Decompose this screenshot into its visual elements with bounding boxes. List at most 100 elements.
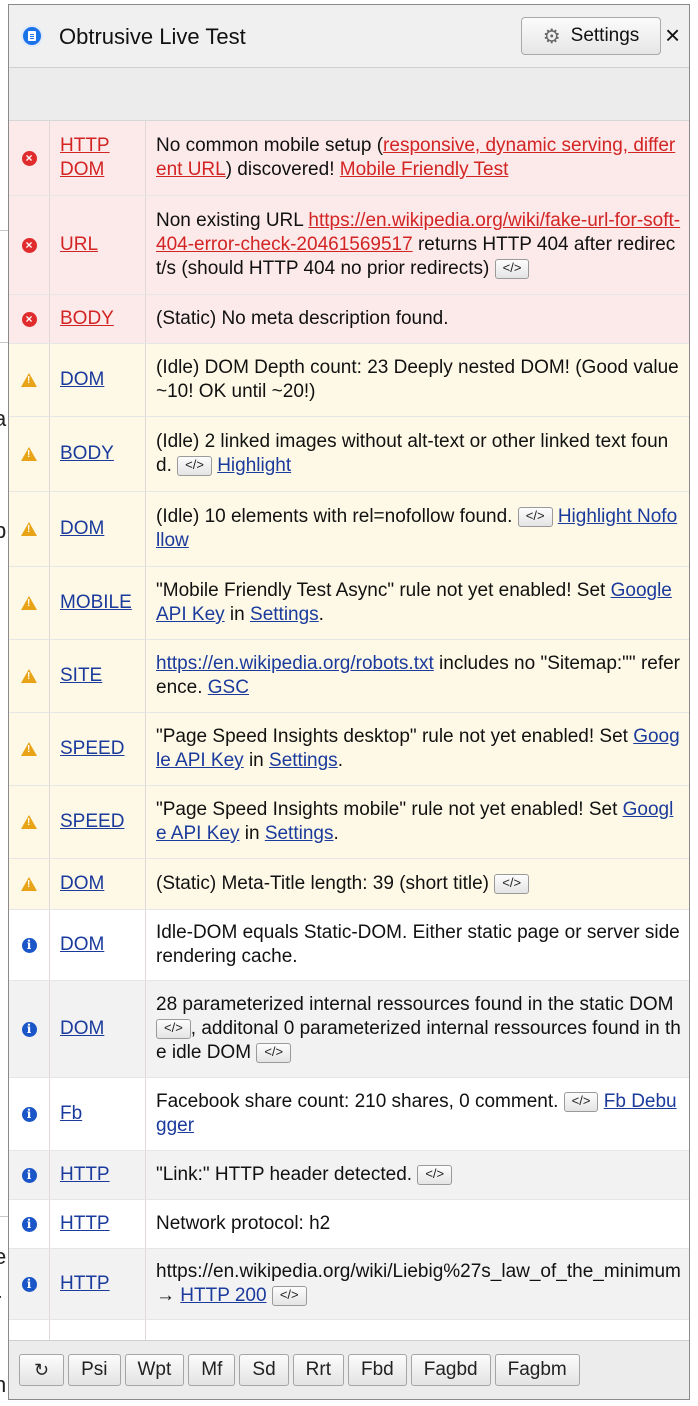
type-link[interactable]: HTTP: [60, 1212, 110, 1236]
severity-cell: ×: [9, 196, 50, 294]
message-cell: 28 parameterized internal ressources fou…: [146, 981, 689, 1077]
message-cell: No common mobile setup (responsive, dyna…: [146, 121, 689, 195]
message-link[interactable]: Settings: [265, 823, 334, 844]
result-row: MOBILE "Mobile Friendly Test Async" rule …: [9, 567, 689, 640]
show-code-button[interactable]: </>: [271, 1285, 307, 1306]
type-cell: HTTP: [50, 1200, 146, 1248]
type-link[interactable]: SPEED: [60, 737, 124, 761]
type-cell: SPEED: [50, 786, 146, 858]
message-text: .: [318, 604, 324, 625]
filter-toolbar: [9, 68, 689, 121]
message-link[interactable]: https://en.wikipedia.org/robots.txt: [156, 653, 434, 674]
type-link[interactable]: BODY: [60, 442, 114, 466]
refresh-button[interactable]: ↻: [19, 1354, 65, 1386]
message-link[interactable]: Settings: [269, 750, 338, 771]
message-link[interactable]: GSC: [208, 677, 249, 698]
type-link[interactable]: DOM: [60, 872, 104, 896]
type-link[interactable]: URL: [60, 233, 98, 257]
type-link[interactable]: HTTP: [60, 1272, 110, 1296]
message-cell: (Idle) DOM Depth count: 23 Deeply nested…: [146, 344, 689, 416]
type-link[interactable]: BODY: [60, 307, 114, 331]
settings-button[interactable]: ⚙ Settings: [521, 17, 661, 55]
show-code-button[interactable]: </>: [156, 1018, 191, 1039]
type-link[interactable]: DOM: [60, 1017, 104, 1041]
result-row: SITE https://en.wikipedia.org/robots.txt …: [9, 640, 689, 713]
message-text: No common mobile setup (: [156, 135, 384, 156]
result-row: i Fb Facebook share count: 210 shares, 0 c…: [9, 1078, 689, 1151]
result-row: × URL Non existing URL https://en.wikipedi…: [9, 196, 689, 295]
message-link[interactable]: Mobile Friendly Test: [340, 159, 509, 180]
message-cell: https://en.wikipedia.org/wiki/Liebig%27s…: [146, 1249, 689, 1319]
info-icon: i: [21, 937, 37, 953]
type-link[interactable]: DOM: [60, 517, 104, 541]
tool-button-rrt[interactable]: Rrt: [292, 1354, 344, 1386]
type-cell: Fb: [50, 1078, 146, 1150]
type-cell: HTTP: [50, 1151, 146, 1199]
show-code-button[interactable]: </>: [177, 455, 212, 476]
message-text: , additonal 0 parameterized internal res…: [156, 1018, 681, 1063]
message-text: (Idle) DOM Depth count: 23 Deeply nested…: [156, 357, 679, 402]
show-code-button[interactable]: </>: [494, 258, 530, 279]
type-link[interactable]: SPEED: [60, 810, 124, 834]
message-text: (Idle) 10 elements with rel=nofollow fou…: [156, 506, 518, 527]
message-text: (Static) No meta description found.: [156, 308, 449, 329]
error-icon: ×: [21, 150, 37, 166]
warning-icon: [21, 669, 37, 683]
warning-icon: [21, 815, 37, 829]
message-text: "Page Speed Insights mobile" rule not ye…: [156, 799, 623, 820]
info-icon: i: [21, 1021, 37, 1037]
gear-icon: ⚙: [542, 25, 561, 48]
message-cell: (Static) Meta-Title length: 39 (short ti…: [146, 859, 689, 909]
message-cell: "Mobile Friendly Test Async" rule not ye…: [146, 567, 689, 639]
message-text: Non existing URL: [156, 210, 309, 231]
show-code-button[interactable]: </>: [517, 506, 553, 527]
message-cell: (Idle) 10 elements with rel=nofollow fou…: [146, 492, 689, 566]
show-code-button[interactable]: </>: [563, 1091, 599, 1112]
message-text: ) discovered!: [225, 159, 340, 180]
tool-button-fbd[interactable]: Fbd: [347, 1354, 407, 1386]
type-link[interactable]: DOM: [60, 368, 104, 392]
result-row: BODY (Idle) 2 linked images without alt-t…: [9, 417, 689, 492]
close-button[interactable]: ×: [665, 20, 680, 50]
type-link[interactable]: HTTP DOM: [60, 134, 116, 182]
message-text: Network protocol: h2: [156, 1213, 331, 1234]
type-link[interactable]: DOM: [60, 933, 104, 957]
result-row: i DOM Idle-DOM equals Static-DOM. Either s…: [9, 910, 689, 981]
message-link[interactable]: Settings: [250, 604, 319, 625]
results-table: × HTTP DOM No common mobile setup (respons…: [9, 121, 689, 1399]
background-text-fragment: n: [0, 1372, 7, 1397]
tool-button-mf[interactable]: Mf: [188, 1354, 236, 1386]
severity-cell: i: [9, 981, 50, 1077]
severity-cell: [9, 640, 50, 712]
type-link[interactable]: HTTP: [60, 1163, 110, 1187]
result-row: DOM (Static) Meta-Title length: 39 (short…: [9, 859, 689, 910]
tool-button-sd[interactable]: Sd: [239, 1354, 289, 1386]
message-link[interactable]: HTTP 200: [180, 1285, 266, 1306]
panel-title: Obtrusive Live Test: [59, 24, 246, 49]
type-link[interactable]: MOBILE: [60, 591, 132, 615]
message-text: "Mobile Friendly Test Async" rule not ye…: [156, 580, 611, 601]
type-cell: URL: [50, 196, 146, 294]
type-cell: BODY: [50, 417, 146, 491]
tool-button-psi[interactable]: Psi: [68, 1354, 121, 1386]
message-cell: Idle-DOM equals Static-DOM. Either stati…: [146, 910, 689, 980]
message-link[interactable]: Highlight: [217, 455, 291, 476]
severity-cell: i: [9, 1151, 50, 1199]
show-code-button[interactable]: </>: [494, 873, 530, 894]
settings-button-label: Settings: [570, 25, 640, 46]
warning-icon: [21, 373, 37, 387]
show-code-button[interactable]: </>: [417, 1164, 453, 1185]
type-link[interactable]: SITE: [60, 664, 102, 688]
result-row: DOM (Idle) 10 elements with rel=nofollow …: [9, 492, 689, 567]
type-cell: DOM: [50, 910, 146, 980]
tool-button-wpt[interactable]: Wpt: [124, 1354, 185, 1386]
severity-cell: i: [9, 1249, 50, 1319]
type-link[interactable]: Fb: [60, 1102, 82, 1126]
bottom-toolbar: ↻ Psi Wpt Mf Sd Rrt Fbd Fagbd Fagbm: [9, 1340, 689, 1399]
result-row: i HTTP Network protocol: h2: [9, 1200, 689, 1249]
result-row: i HTTP "Link:" HTTP header detected. </>: [9, 1151, 689, 1200]
tool-button-fagbm[interactable]: Fagbm: [494, 1354, 580, 1386]
severity-cell: i: [9, 910, 50, 980]
show-code-button[interactable]: </>: [256, 1042, 292, 1063]
tool-button-fagbd[interactable]: Fagbd: [410, 1354, 491, 1386]
